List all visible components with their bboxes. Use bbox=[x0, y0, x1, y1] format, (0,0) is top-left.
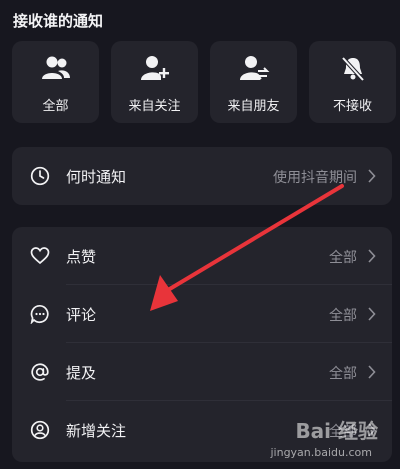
heart-icon bbox=[30, 247, 50, 265]
notify-source-options: 全部 来自关注 来自朋友 不接收 bbox=[12, 41, 400, 123]
row-label: 点赞 bbox=[66, 248, 97, 266]
row-label: 新增关注 bbox=[66, 422, 127, 440]
when-notify-label: 何时通知 bbox=[66, 168, 127, 186]
row-comments[interactable]: 评论 全部 bbox=[12, 285, 392, 343]
comment-icon bbox=[30, 304, 49, 324]
option-label: 来自朋友 bbox=[227, 99, 280, 114]
user-friend-icon bbox=[210, 55, 297, 85]
row-label: 提及 bbox=[66, 364, 97, 382]
option-label: 全部 bbox=[42, 99, 69, 114]
option-label: 不接收 bbox=[332, 99, 372, 114]
option-all[interactable]: 全部 bbox=[12, 41, 99, 123]
watermark-url: jingyan.baidu.com bbox=[270, 446, 372, 459]
chevron-right-icon bbox=[368, 249, 376, 263]
row-value: 全部 bbox=[329, 308, 357, 324]
bell-off-icon bbox=[309, 55, 396, 85]
when-notify-value: 使用抖音期间 bbox=[273, 170, 357, 186]
option-label: 来自关注 bbox=[128, 99, 181, 114]
row-mentions[interactable]: 提及 全部 bbox=[12, 343, 392, 401]
when-notify-card: 何时通知 使用抖音期间 bbox=[12, 147, 392, 205]
user-add-icon bbox=[111, 55, 198, 85]
row-likes[interactable]: 点赞 全部 bbox=[12, 227, 392, 285]
section-title: 接收谁的通知 bbox=[13, 12, 104, 30]
at-icon bbox=[31, 363, 49, 381]
option-none[interactable]: 不接收 bbox=[309, 41, 396, 123]
users-icon bbox=[12, 55, 99, 85]
watermark-logo: Bai 经验 bbox=[295, 419, 378, 443]
option-following[interactable]: 来自关注 bbox=[111, 41, 198, 123]
chevron-right-icon bbox=[368, 365, 376, 379]
person-circle-icon bbox=[30, 420, 50, 440]
chevron-right-icon bbox=[368, 169, 376, 183]
option-friends[interactable]: 来自朋友 bbox=[210, 41, 297, 123]
chevron-right-icon bbox=[368, 307, 376, 321]
row-label: 评论 bbox=[66, 306, 97, 324]
when-notify-row[interactable]: 何时通知 使用抖音期间 bbox=[12, 147, 392, 205]
clock-icon bbox=[30, 166, 50, 186]
row-value: 全部 bbox=[329, 250, 357, 266]
row-value: 全部 bbox=[329, 366, 357, 382]
